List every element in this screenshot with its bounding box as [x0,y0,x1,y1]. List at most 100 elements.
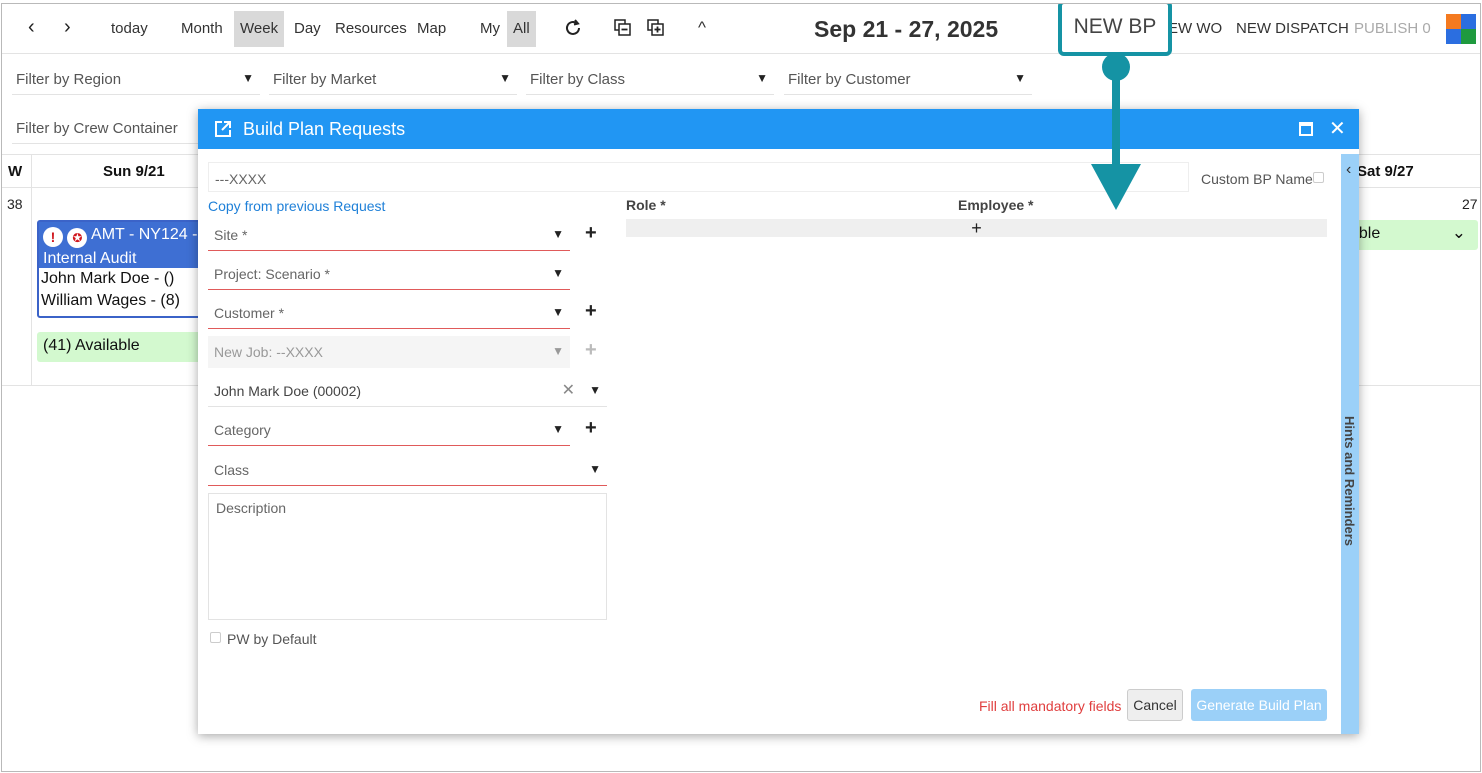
crew-container-filter[interactable]: Filter by Crew Container [12,110,198,144]
event-assignee: John Mark Doe - () [41,270,175,287]
chevron-down-icon: ▼ [552,227,564,241]
market-filter[interactable]: Filter by Market ▼ [269,61,517,95]
bp-name-placeholder: ---XXXX [215,171,267,187]
new-wo-button[interactable]: EW WO [1168,20,1222,37]
cancel-button[interactable]: Cancel [1127,689,1183,721]
customer-label: Customer * [214,305,285,321]
new-bp-button[interactable]: NEW BP [1058,4,1172,56]
category-select[interactable]: Category ▼ [208,414,570,446]
chevron-down-icon: ▼ [242,71,254,85]
availability-badge[interactable]: able ⌄ [1344,220,1478,250]
clear-icon[interactable]: ✕ [562,380,575,400]
chevron-down-icon: ▼ [1014,71,1026,85]
hints-panel-toggle[interactable]: ‹ Hints and Reminders [1341,154,1359,734]
role-column-header: Role * [626,197,666,213]
class-label: Class [214,462,250,478]
copy-expand-icon[interactable] [645,17,667,39]
hints-label: Hints and Reminders [1342,416,1357,547]
validation-message: Fill all mandatory fields [979,698,1122,714]
customer-filter-label: Filter by Customer [788,71,911,88]
description-textarea[interactable]: Description [208,493,607,620]
employee-column-header: Employee * [958,197,1034,213]
add-job-button: + [585,339,597,361]
add-site-button[interactable]: + [585,222,597,245]
close-icon[interactable]: ✕ [1329,116,1346,141]
scheduler-window: ‹ › today Month Week Day Resources Map M… [1,3,1481,772]
bp-name-input[interactable]: ---XXXX [208,162,1189,192]
dialog-header: Build Plan Requests ✕ [198,109,1359,149]
new-job-label: New Job: --XXXX [214,344,323,360]
class-select[interactable]: Class ▼ [208,454,607,486]
chevron-down-icon: ▼ [589,462,601,476]
external-link-icon [215,121,231,137]
calendar-event[interactable]: ! ✪ AMT - NY124 - Internal Audit John Ma… [37,220,207,318]
collapse-chevron-icon[interactable]: ^ [698,18,706,38]
app-logo-icon [1446,14,1476,44]
chevron-down-icon: ▼ [552,266,564,280]
crew-container-filter-label: Filter by Crew Container [16,120,178,137]
availability-badge[interactable]: (41) Available [37,332,207,362]
site-select[interactable]: Site * ▼ [208,219,570,251]
pw-default-label: PW by Default [227,631,317,647]
chevron-down-icon[interactable]: ⌄ [1452,223,1466,243]
add-role-row-button[interactable]: + [626,219,1327,237]
custom-bp-name-checkbox[interactable] [1313,172,1324,183]
prev-arrow-icon[interactable]: ‹ [28,16,35,39]
customer-filter[interactable]: Filter by Customer ▼ [784,61,1032,95]
day-view-button[interactable]: Day [288,11,327,47]
alert-icon: ! [43,227,63,247]
new-job-select: New Job: --XXXX ▼ [208,336,570,368]
chevron-down-icon: ▼ [552,344,564,358]
publish-button[interactable]: PUBLISH 0 [1354,20,1431,37]
date-range-title: Sep 21 - 27, 2025 [814,16,999,42]
add-customer-button[interactable]: + [585,300,597,323]
week-number: 38 [7,196,23,212]
region-filter-label: Filter by Region [16,71,122,88]
week-view-button[interactable]: Week [234,11,285,47]
event-title: AMT - NY124 - Internal Audit [43,226,198,267]
event-header: ! ✪ AMT - NY124 - Internal Audit [39,222,205,268]
description-placeholder: Description [216,500,287,516]
all-filter-button[interactable]: All [507,11,536,47]
region-filter[interactable]: Filter by Region ▼ [12,61,260,95]
day-number: 27 [1462,196,1478,212]
chevron-down-icon: ▼ [552,305,564,319]
pw-default-checkbox[interactable] [210,632,221,643]
today-button[interactable]: today [105,11,154,47]
maximize-icon[interactable] [1299,122,1313,136]
project-scenario-label: Project: Scenario * [214,266,330,282]
generate-build-plan-button[interactable]: Generate Build Plan [1191,689,1327,721]
chevron-down-icon: ▼ [756,71,768,85]
market-filter-label: Filter by Market [273,71,377,88]
map-view-button[interactable]: Map [411,11,452,47]
customer-select[interactable]: Customer * ▼ [208,297,570,329]
project-scenario-select[interactable]: Project: Scenario * ▼ [208,258,570,290]
chevron-down-icon: ▼ [552,422,564,436]
toolbar: ‹ › today Month Week Day Resources Map M… [2,4,1480,54]
chevron-left-icon[interactable]: ‹ [1346,161,1351,179]
build-plan-dialog: Build Plan Requests ✕ ---XXXX Custom BP … [198,109,1359,734]
event-assignee: William Wages - (8) [41,292,180,309]
employee-value: John Mark Doe (00002) [214,383,362,399]
employee-select[interactable]: John Mark Doe (00002) ✕ ▼ [208,375,607,407]
category-label: Category [214,422,271,438]
week-column-header: W [8,163,23,180]
add-category-button[interactable]: + [585,417,597,440]
copy-collapse-icon[interactable] [612,17,634,39]
resources-view-button[interactable]: Resources [329,11,413,47]
chevron-down-icon: ▼ [589,383,601,397]
refresh-icon[interactable] [562,17,584,39]
day-header-sat: Sat 9/27 [1357,163,1414,180]
my-filter-button[interactable]: My [474,11,506,47]
month-view-button[interactable]: Month [175,11,229,47]
class-filter[interactable]: Filter by Class ▼ [526,61,774,95]
day-header-sun: Sun 9/21 [103,163,165,180]
new-dispatch-button[interactable]: NEW DISPATCH [1236,20,1349,37]
class-filter-label: Filter by Class [530,71,626,88]
custom-bp-name-label: Custom BP Name [1201,171,1313,187]
site-label: Site * [214,227,248,243]
chevron-down-icon: ▼ [499,71,511,85]
copy-previous-link[interactable]: Copy from previous Request [208,198,385,214]
next-arrow-icon[interactable]: › [64,16,71,39]
dialog-title: Build Plan Requests [243,119,406,139]
